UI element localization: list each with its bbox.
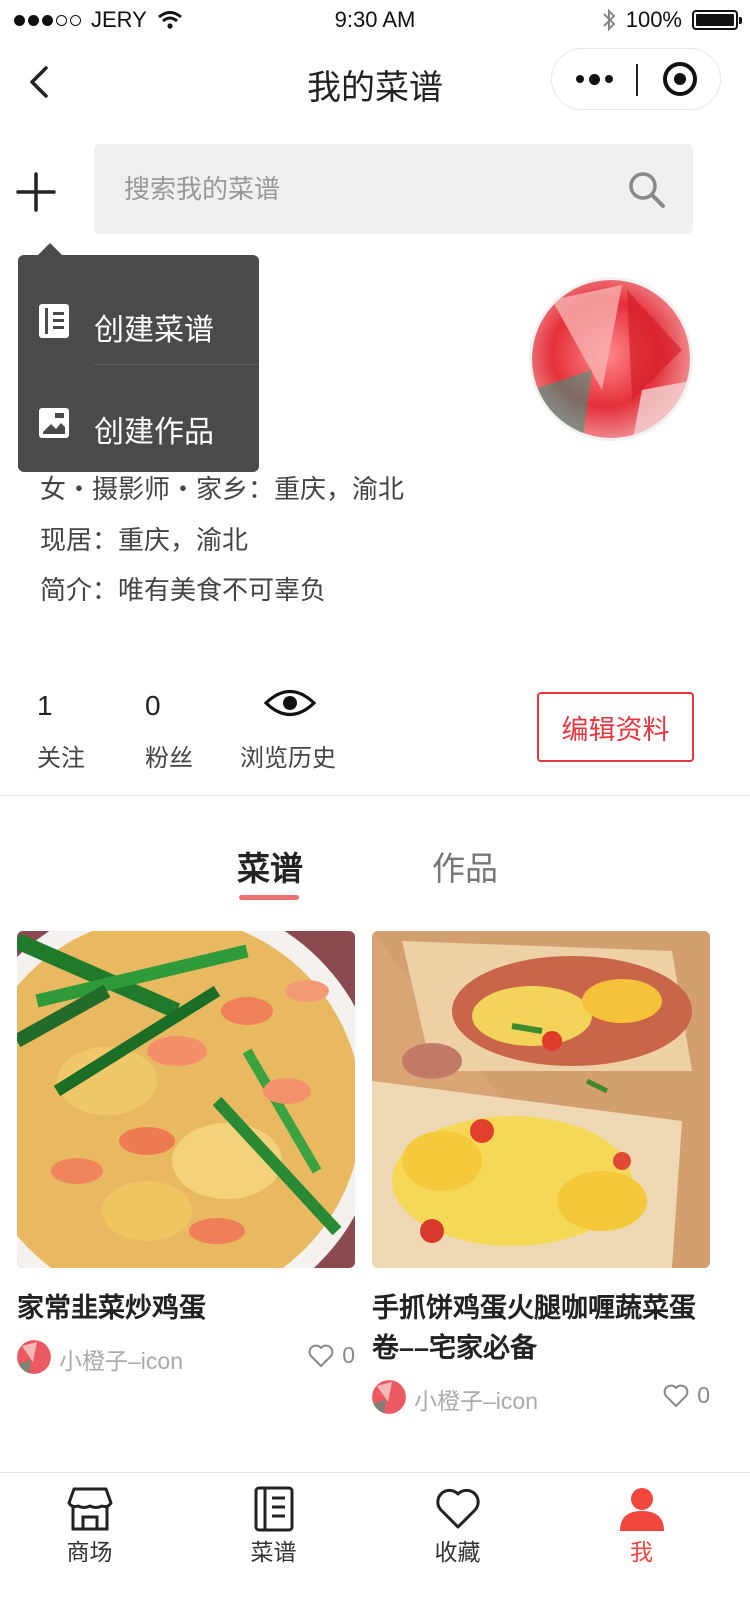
more-options-icon[interactable]: [552, 49, 636, 109]
recipe-title[interactable]: 家常韭菜炒鸡蛋: [17, 1288, 355, 1328]
author-avatar[interactable]: [17, 1340, 51, 1374]
battery-percent: 100%: [625, 7, 682, 32]
follow-label: 关注: [37, 745, 85, 772]
person-icon: [620, 1488, 664, 1531]
author-avatar[interactable]: [372, 1380, 406, 1414]
tabbar-label: 菜谱: [250, 1539, 297, 1565]
recipe-meta: 小橙子–icon 0: [372, 1378, 710, 1418]
tabbar-label: 商场: [66, 1539, 113, 1565]
section-divider: [0, 795, 750, 796]
profile-bio: 简介：唯有美食不可辜负: [40, 575, 327, 605]
tabbar-label: 我: [630, 1539, 653, 1565]
tab-works[interactable]: 作品: [432, 842, 498, 890]
status-right: 100%: [602, 7, 742, 33]
recipe-title[interactable]: 手抓饼鸡蛋火腿咖喱蔬菜蛋卷––宅家必备: [372, 1288, 710, 1368]
stat-follow[interactable]: 1 关注: [37, 686, 85, 773]
follow-count: 1: [37, 690, 53, 721]
history-label: 浏览历史: [240, 745, 336, 772]
popup-item-create-work[interactable]: 创建作品: [18, 367, 259, 467]
work-photo-icon: [39, 408, 69, 438]
create-popup-menu: 创建菜谱 创建作品: [18, 243, 259, 472]
like-button[interactable]: 0: [308, 1342, 355, 1369]
bluetooth-icon: [603, 8, 616, 32]
like-count: 0: [697, 1382, 710, 1408]
author-name[interactable]: 小橙子–icon: [414, 1382, 538, 1416]
tabbar-label: 收藏: [434, 1539, 481, 1565]
avatar[interactable]: [529, 277, 693, 441]
fans-label: 粉丝: [145, 745, 193, 772]
plus-icon[interactable]: [14, 170, 58, 214]
popup-item-label: 创建作品: [94, 416, 214, 449]
tabbar-item-favorites[interactable]: 收藏: [364, 1473, 551, 1604]
popup-divider: [94, 364, 259, 365]
search-icon[interactable]: [627, 170, 667, 210]
recipe-meta: 小橙子–icon 0: [17, 1338, 355, 1378]
profile-info-line: 女・摄影师・家乡：重庆，渝北: [40, 474, 405, 504]
nav-bar: 我的菜谱: [0, 40, 750, 128]
battery-icon: [692, 10, 742, 30]
author-name[interactable]: 小橙子–icon: [59, 1342, 183, 1376]
recipe-photo[interactable]: [17, 931, 355, 1268]
active-tab-indicator: [239, 895, 299, 900]
like-count: 0: [342, 1342, 355, 1368]
recipe-photo[interactable]: [372, 931, 710, 1268]
recipe-icon: [254, 1486, 294, 1532]
status-bar: JERY 9:30 AM 100%: [0, 0, 750, 40]
eye-icon: [263, 689, 317, 717]
like-button[interactable]: 0: [663, 1382, 710, 1409]
fans-count: 0: [145, 690, 161, 721]
bottom-tab-bar: 商场 菜谱 收藏 我: [0, 1472, 750, 1604]
recipe-card[interactable]: 家常韭菜炒鸡蛋 小橙子–icon 0: [17, 931, 355, 1378]
tabbar-item-recipes[interactable]: 菜谱: [180, 1473, 367, 1604]
tabbar-item-me[interactable]: 我: [548, 1473, 735, 1604]
profile-residence: 现居：重庆，渝北: [40, 525, 249, 555]
heart-outline-icon: [308, 1344, 334, 1367]
popup-item-label: 创建菜谱: [94, 314, 214, 347]
search-bar: [94, 144, 693, 234]
search-input[interactable]: [124, 144, 604, 234]
tab-recipes[interactable]: 菜谱: [237, 842, 303, 890]
recipe-book-icon: [39, 304, 69, 338]
heart-icon: [436, 1488, 480, 1529]
popup-item-create-recipe[interactable]: 创建菜谱: [18, 265, 259, 365]
recipe-card[interactable]: 手抓饼鸡蛋火腿咖喱蔬菜蛋卷––宅家必备 小橙子–icon 0: [372, 931, 710, 1418]
shop-icon: [67, 1487, 113, 1531]
stat-history[interactable]: 浏览历史: [240, 686, 336, 773]
tabbar-item-shop[interactable]: 商场: [0, 1473, 183, 1604]
stat-fans[interactable]: 0 粉丝: [145, 686, 193, 773]
mini-program-capsule: [551, 48, 721, 110]
edit-profile-button[interactable]: 编辑资料: [537, 692, 694, 762]
close-program-icon[interactable]: [638, 49, 722, 109]
heart-outline-icon: [663, 1384, 689, 1407]
